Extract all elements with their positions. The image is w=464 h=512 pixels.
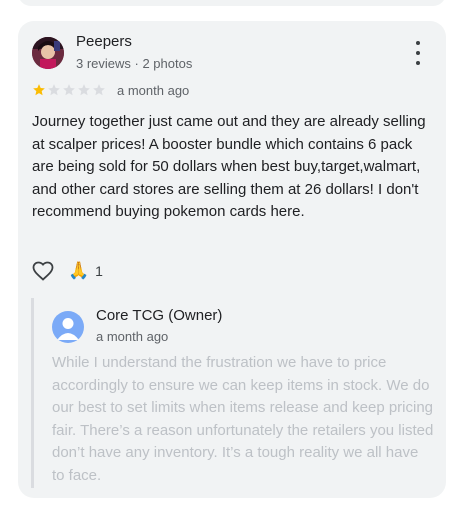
star-filled-icon	[33, 84, 45, 96]
star-rating	[32, 83, 106, 97]
owner-avatar	[52, 311, 84, 343]
owner-reply: Core TCG (Owner) a month ago While I und…	[31, 298, 437, 488]
review-text: Journey together just came out and they …	[32, 113, 426, 220]
review-time: a month ago	[117, 83, 190, 98]
owner-reply-time: a month ago	[96, 329, 169, 344]
star-empty-icon	[63, 84, 75, 96]
previous-review-card	[18, 0, 446, 6]
folded-hands-icon: 🙏	[68, 261, 90, 281]
reaction-count: 1	[95, 263, 103, 279]
more-vert-icon	[416, 41, 420, 45]
reaction-chip[interactable]: 🙏 1	[68, 261, 103, 281]
person-icon	[57, 318, 79, 340]
star-empty-icon	[93, 84, 105, 96]
reviewer-meta: 3 reviews · 2 photos	[76, 56, 193, 71]
review-card: Peepers 3 reviews · 2 photos a month ago…	[18, 21, 446, 498]
reviewer-avatar[interactable]	[32, 37, 64, 69]
star-empty-icon	[48, 84, 60, 96]
star-empty-icon	[78, 84, 90, 96]
heart-outline-icon	[32, 261, 54, 281]
owner-reply-text: While I understand the frustration we ha…	[52, 354, 434, 484]
more-options-button[interactable]	[408, 41, 428, 65]
like-button[interactable]	[31, 259, 55, 283]
owner-name: Core TCG (Owner)	[96, 307, 223, 324]
reviewer-name[interactable]: Peepers	[76, 33, 132, 50]
